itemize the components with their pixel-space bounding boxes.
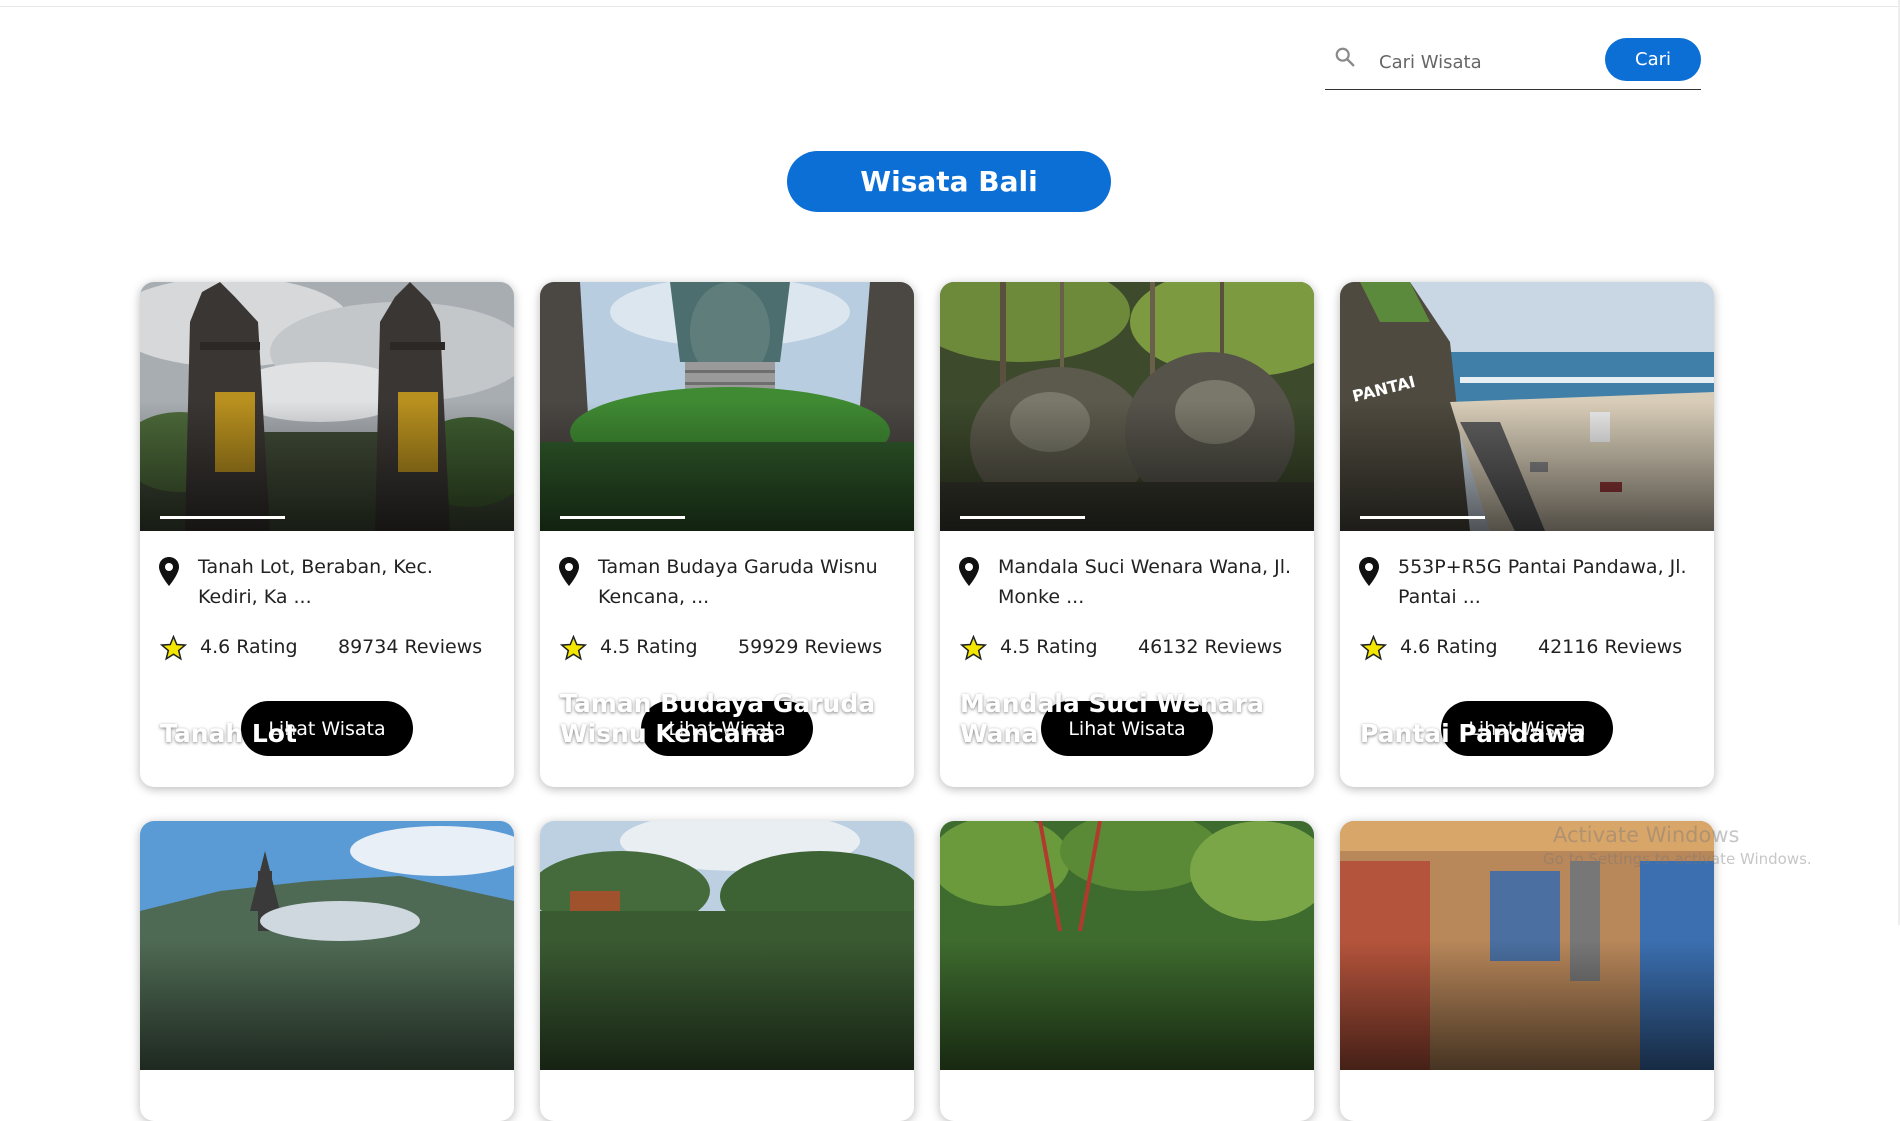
destination-title: Pantai Pandawa — [1360, 719, 1586, 748]
destination-image[interactable] — [940, 821, 1314, 1070]
address-text: 553P+R5G Pantai Pandawa, Jl. Pantai ... — [1398, 556, 1687, 608]
star-icon — [960, 635, 987, 661]
destination-image[interactable] — [940, 282, 1314, 531]
rating-row: 4.5 Rating 59929 Reviews — [558, 632, 898, 662]
destination-card — [540, 821, 914, 1121]
address-text: Mandala Suci Wenara Wana, Jl. Monke ... — [998, 556, 1292, 608]
address-row: 553P+R5G Pantai Pandawa, Jl. Pantai ... — [1358, 552, 1698, 612]
rating-text: 4.6 Rating — [200, 636, 298, 658]
destination-image[interactable] — [540, 282, 914, 531]
page-title: Wisata Bali — [787, 151, 1111, 212]
search-button[interactable]: Cari — [1605, 38, 1701, 81]
search-bar: Cari — [1325, 36, 1701, 90]
top-divider — [0, 6, 1900, 7]
destination-title: Tanah Lot — [160, 719, 297, 748]
star-icon — [560, 635, 587, 661]
destination-card: Mandala Suci Wenara Wana Mandala Suci We… — [940, 282, 1314, 787]
watermark-title: Activate Windows — [1553, 823, 1740, 847]
address-row: Tanah Lot, Beraban, Kec. Kediri, Ka ... — [158, 552, 498, 612]
destination-card — [140, 821, 514, 1121]
destination-card: Taman Budaya Garuda Wisnu Kencana Taman … — [540, 282, 914, 787]
destination-card — [940, 821, 1314, 1121]
location-pin-icon — [159, 557, 179, 586]
destination-image[interactable]: PANTAI — [1340, 282, 1714, 531]
star-icon — [160, 635, 187, 661]
title-underline — [160, 516, 285, 519]
title-underline — [960, 516, 1085, 519]
address-row: Mandala Suci Wenara Wana, Jl. Monke ... — [958, 552, 1298, 612]
destination-title: Taman Budaya Garuda Wisnu Kencana — [560, 689, 876, 748]
search-icon — [1335, 47, 1355, 67]
destination-title: Mandala Suci Wenara Wana — [960, 689, 1264, 748]
os-activation-watermark: Activate Windows Go to Settings to activ… — [1543, 822, 1812, 870]
destination-card: PANTAI Pantai Pandawa 553P+R5G Pantai Pa… — [1340, 282, 1714, 787]
address-text: Tanah Lot, Beraban, Kec. Kediri, Ka ... — [198, 556, 433, 608]
reviews-count: 46132 Reviews — [1138, 636, 1283, 658]
rating-text: 4.6 Rating — [1400, 636, 1498, 658]
destination-card: Tanah Lot Tanah Lot, Beraban, Kec. Kedir… — [140, 282, 514, 787]
reviews-count: 59929 Reviews — [738, 636, 883, 658]
rating-row: 4.5 Rating 46132 Reviews — [958, 632, 1298, 662]
destination-image[interactable] — [140, 282, 514, 531]
rating-text: 4.5 Rating — [1000, 636, 1098, 658]
location-pin-icon — [1359, 557, 1379, 586]
rating-row: 4.6 Rating 89734 Reviews — [158, 632, 498, 662]
rating-text: 4.5 Rating — [600, 636, 698, 658]
location-pin-icon — [959, 557, 979, 586]
star-icon — [1360, 635, 1387, 661]
search-input[interactable] — [1377, 46, 1601, 78]
watermark-subtitle: Go to Settings to activate Windows. — [1543, 850, 1812, 868]
rating-row: 4.6 Rating 42116 Reviews — [1358, 632, 1698, 662]
address-row: Taman Budaya Garuda Wisnu Kencana, ... — [558, 552, 898, 612]
destination-image[interactable] — [140, 821, 514, 1070]
location-pin-icon — [559, 557, 579, 586]
reviews-count: 89734 Reviews — [338, 636, 483, 658]
title-underline — [560, 516, 685, 519]
address-text: Taman Budaya Garuda Wisnu Kencana, ... — [598, 556, 878, 608]
destination-image[interactable] — [540, 821, 914, 1070]
title-underline — [1360, 516, 1485, 519]
reviews-count: 42116 Reviews — [1538, 636, 1683, 658]
